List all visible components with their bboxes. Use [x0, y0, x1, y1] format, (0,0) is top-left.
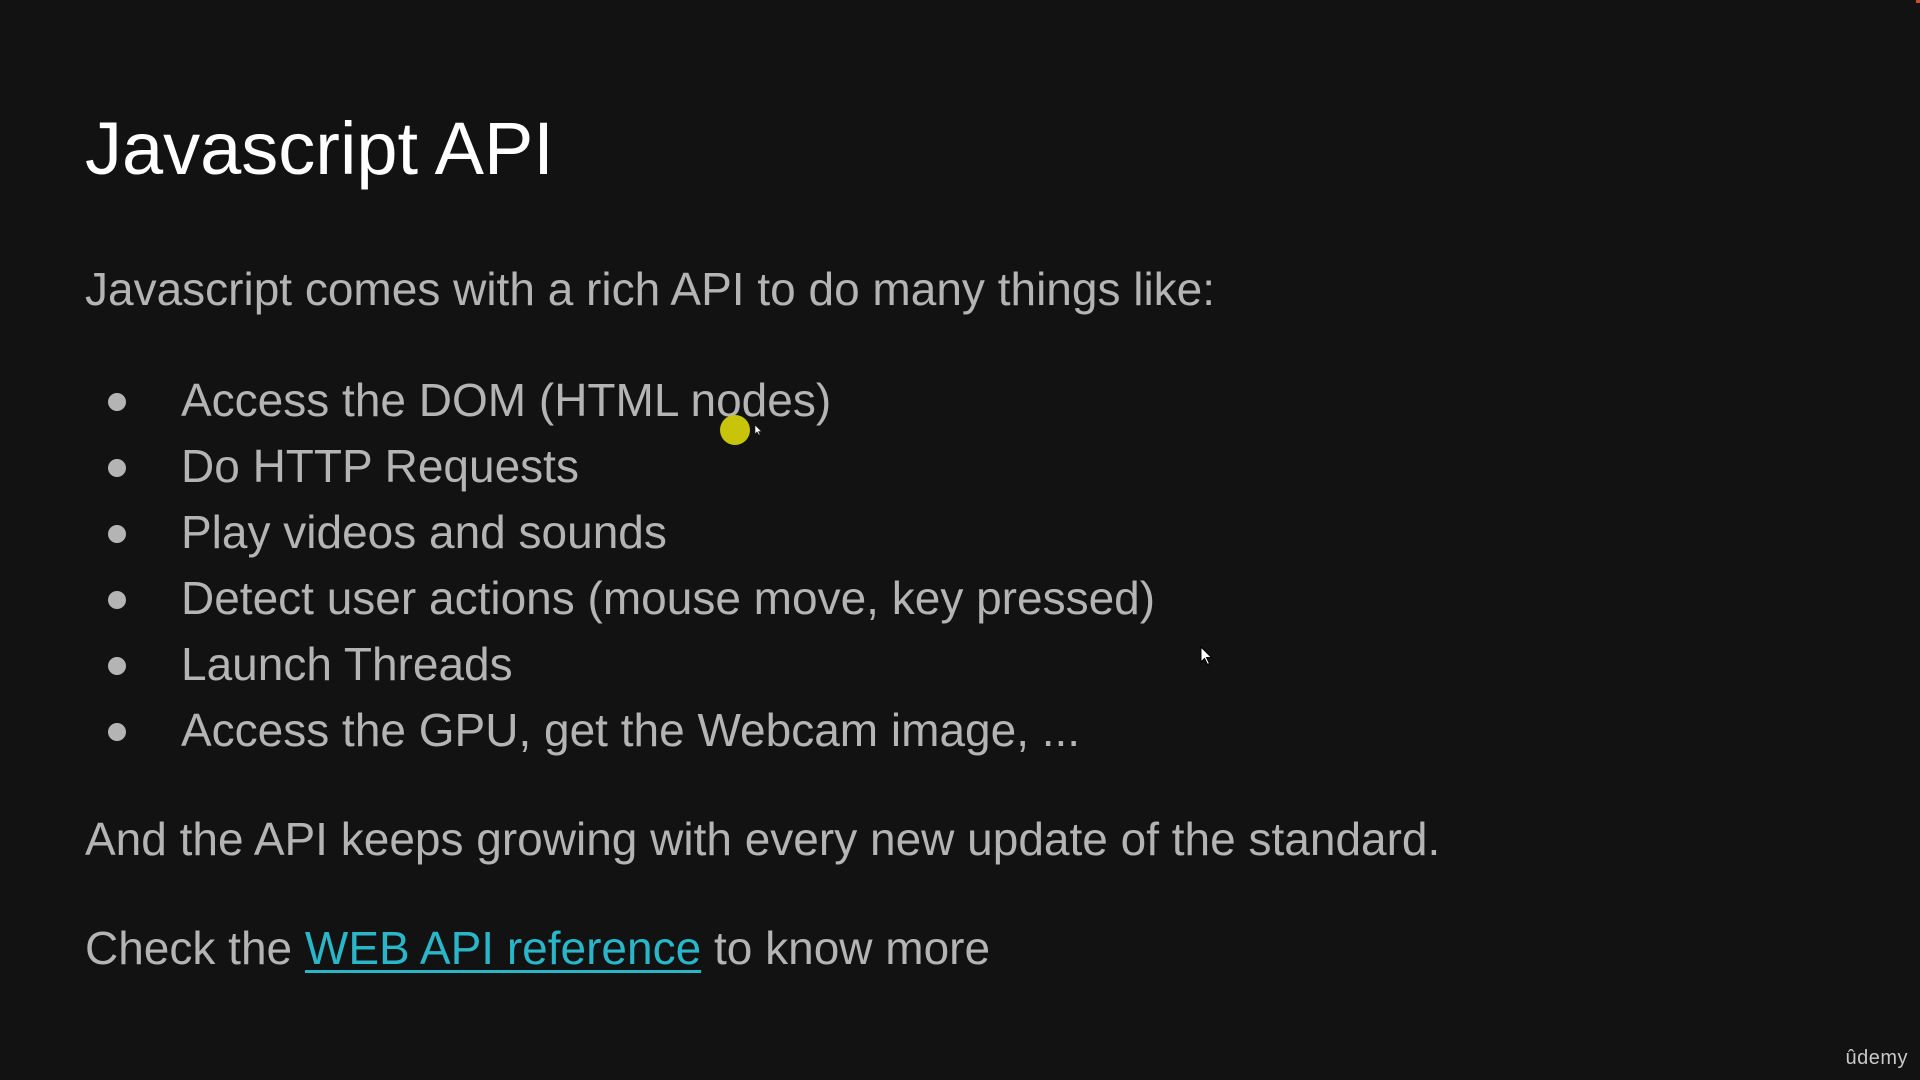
web-api-reference-link[interactable]: WEB API reference: [305, 922, 701, 974]
bullet-icon: [108, 657, 126, 675]
bullet-text: Launch Threads: [181, 638, 513, 690]
mouse-cursor-icon: [1200, 646, 1213, 666]
slide: Javascript API Javascript comes with a r…: [0, 0, 1920, 1080]
bullet-list: Access the DOM (HTML nodes) Do HTTP Requ…: [85, 373, 1155, 769]
list-item: Launch Threads: [85, 637, 1155, 703]
bullet-icon: [108, 525, 126, 543]
pointer-highlight-icon: [720, 415, 750, 445]
intro-text: Javascript comes with a rich API to do m…: [85, 263, 1216, 315]
bullet-icon: [108, 723, 126, 741]
reference-prefix: Check the: [85, 922, 305, 974]
corner-mark: [1916, 0, 1920, 3]
list-item: Detect user actions (mouse move, key pre…: [85, 571, 1155, 637]
reference-suffix: to know more: [701, 922, 991, 974]
list-item: Access the GPU, get the Webcam image, ..…: [85, 703, 1155, 769]
slide-title: Javascript API: [85, 107, 554, 190]
bullet-text: Detect user actions (mouse move, key pre…: [181, 572, 1156, 624]
udemy-watermark: ûdemy: [1845, 1047, 1908, 1069]
bullet-text: Play videos and sounds: [181, 506, 667, 558]
outro-text: And the API keeps growing with every new…: [85, 813, 1441, 865]
list-item: Play videos and sounds: [85, 505, 1155, 571]
bullet-icon: [108, 591, 126, 609]
bullet-icon: [108, 459, 126, 477]
bullet-text: Do HTTP Requests: [181, 440, 579, 492]
bullet-text: Access the GPU, get the Webcam image, ..…: [181, 704, 1081, 756]
list-item: Access the DOM (HTML nodes): [85, 373, 1155, 439]
list-item: Do HTTP Requests: [85, 439, 1155, 505]
reference-line: Check the WEB API reference to know more: [85, 925, 990, 971]
bullet-icon: [108, 393, 126, 411]
small-cursor-icon: [754, 424, 763, 436]
